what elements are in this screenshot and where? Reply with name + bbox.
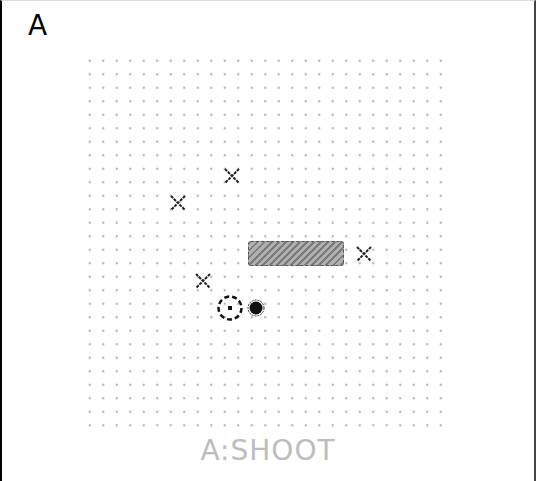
ball-icon xyxy=(247,299,265,317)
stage-label: A xyxy=(28,9,47,43)
enemy-x-icon xyxy=(222,166,242,186)
game-screen: A A:SHOOT xyxy=(0,0,536,481)
enemy-x-icon xyxy=(354,244,374,264)
barrier xyxy=(248,241,344,267)
enemy-x-icon xyxy=(193,271,213,291)
play-field[interactable] xyxy=(83,54,449,434)
player-ring-icon[interactable] xyxy=(216,294,244,322)
enemy-x-icon xyxy=(168,193,188,213)
control-hint: A:SHOOT xyxy=(200,433,335,469)
